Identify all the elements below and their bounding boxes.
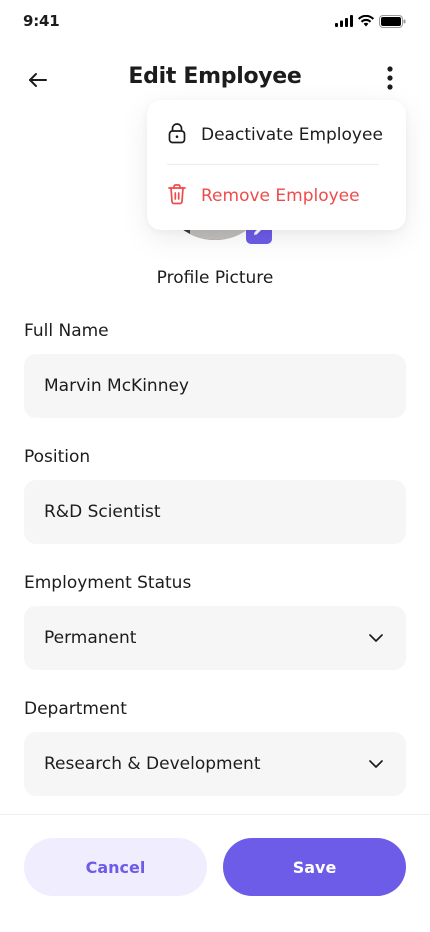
trash-icon xyxy=(167,183,187,210)
chevron-down-icon xyxy=(366,628,386,648)
profile-picture-label: Profile Picture xyxy=(156,268,274,288)
status-time: 9:41 xyxy=(23,12,60,30)
cancel-button[interactable]: Cancel xyxy=(24,838,207,896)
employment-status-value: Permanent xyxy=(44,628,137,648)
more-options-button[interactable] xyxy=(376,64,404,96)
save-button[interactable]: Save xyxy=(223,838,406,896)
menu-item-label: Deactivate Employee xyxy=(201,125,383,145)
position-value: R&D Scientist xyxy=(44,502,161,522)
department-label: Department xyxy=(24,699,127,719)
employment-status-label: Employment Status xyxy=(24,573,192,593)
wifi-icon xyxy=(358,15,374,27)
menu-divider xyxy=(167,164,379,165)
signal-icon xyxy=(335,15,353,27)
department-select[interactable]: Research & Development xyxy=(24,732,406,796)
lock-icon xyxy=(167,122,187,149)
status-bar: 9:41 xyxy=(0,0,430,44)
chevron-down-icon xyxy=(366,754,386,774)
position-label: Position xyxy=(24,447,91,467)
department-value: Research & Development xyxy=(44,754,261,774)
menu-item-deactivate-employee[interactable]: Deactivate Employee xyxy=(167,115,383,155)
more-vertical-icon xyxy=(387,66,393,94)
full-name-field[interactable]: Marvin McKinney xyxy=(24,354,406,418)
bottom-divider xyxy=(0,814,430,815)
full-name-value: Marvin McKinney xyxy=(44,376,189,396)
page-title: Edit Employee xyxy=(128,64,302,89)
battery-icon xyxy=(379,14,406,28)
menu-item-remove-employee[interactable]: Remove Employee xyxy=(167,176,360,216)
employment-status-select[interactable]: Permanent xyxy=(24,606,406,670)
options-menu: Deactivate Employee Remove Employee xyxy=(147,100,406,230)
full-name-label: Full Name xyxy=(24,321,109,341)
position-field[interactable]: R&D Scientist xyxy=(24,480,406,544)
menu-item-label: Remove Employee xyxy=(201,186,360,206)
status-icons xyxy=(335,14,406,28)
